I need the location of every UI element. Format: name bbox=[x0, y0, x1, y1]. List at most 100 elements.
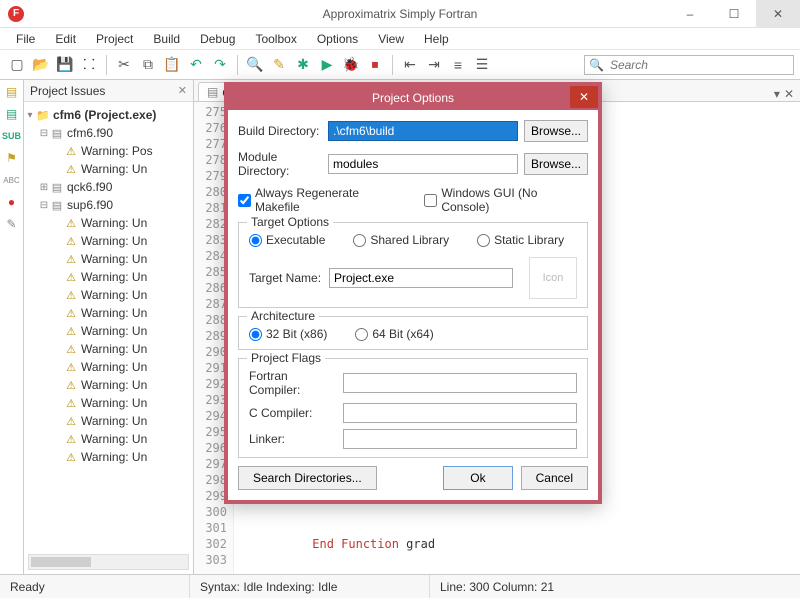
build-dir-input[interactable] bbox=[328, 121, 518, 141]
gutter-issues-icon[interactable]: ▤ bbox=[4, 84, 20, 100]
app-icon: F bbox=[8, 6, 24, 22]
windows-gui-checkbox[interactable]: Windows GUI (No Console) bbox=[424, 186, 588, 214]
debug-icon[interactable]: 🐞 bbox=[340, 54, 362, 76]
target-name-input[interactable] bbox=[329, 268, 513, 288]
close-button[interactable]: ✕ bbox=[756, 0, 800, 28]
warning-item[interactable]: ⚠Warning: Un bbox=[24, 376, 193, 394]
format-icon[interactable]: ≡ bbox=[447, 54, 469, 76]
search-icon: 🔍 bbox=[589, 58, 604, 72]
tree-item[interactable]: ▾📁cfm6 (Project.exe) bbox=[24, 106, 193, 124]
new-icon[interactable]: ▢ bbox=[6, 54, 28, 76]
issues-tree[interactable]: ▾📁cfm6 (Project.exe)⊟▤cfm6.f90⚠Warning: … bbox=[24, 102, 193, 574]
warning-item[interactable]: ⚠Warning: Pos bbox=[24, 142, 193, 160]
target-static-radio[interactable]: Static Library bbox=[477, 233, 564, 247]
run-icon[interactable]: ▶ bbox=[316, 54, 338, 76]
target-executable-radio[interactable]: Executable bbox=[249, 233, 325, 247]
ok-button[interactable]: Ok bbox=[443, 466, 512, 490]
arch-32-radio[interactable]: 32 Bit (x86) bbox=[249, 327, 327, 341]
panel-title: Project Issues bbox=[30, 84, 105, 98]
arch-64-radio[interactable]: 64 Bit (x64) bbox=[355, 327, 433, 341]
warning-item[interactable]: ⚠Warning: Un bbox=[24, 322, 193, 340]
module-dir-browse-button[interactable]: Browse... bbox=[524, 153, 588, 175]
cancel-button[interactable]: Cancel bbox=[521, 466, 588, 490]
panel-close-icon[interactable]: ✕ bbox=[178, 84, 187, 97]
replace-icon[interactable]: ✎ bbox=[268, 54, 290, 76]
menu-help[interactable]: Help bbox=[414, 30, 459, 48]
menu-build[interactable]: Build bbox=[143, 30, 190, 48]
target-shared-radio[interactable]: Shared Library bbox=[353, 233, 449, 247]
open-icon[interactable]: 📂 bbox=[30, 54, 52, 76]
save-icon[interactable]: 💾 bbox=[54, 54, 76, 76]
gutter-bookmark-icon[interactable]: ⚑ bbox=[4, 150, 20, 166]
left-gutter: ▤ ▤ SUB ⚑ ABC ● ✎ bbox=[0, 80, 24, 574]
status-position: Line: 300 Column: 21 bbox=[430, 575, 564, 598]
menu-toolbox[interactable]: Toolbox bbox=[245, 30, 306, 48]
module-dir-input[interactable] bbox=[328, 154, 518, 174]
warning-item[interactable]: ⚠Warning: Un bbox=[24, 214, 193, 232]
gutter-pencil-icon[interactable]: ✎ bbox=[4, 216, 20, 232]
target-icon-button[interactable]: Icon bbox=[529, 257, 577, 299]
architecture-legend: Architecture bbox=[247, 309, 319, 323]
tree-item[interactable]: ⊟▤sup6.f90 bbox=[24, 196, 193, 214]
warning-item[interactable]: ⚠Warning: Un bbox=[24, 268, 193, 286]
menu-edit[interactable]: Edit bbox=[45, 30, 86, 48]
menu-view[interactable]: View bbox=[368, 30, 414, 48]
search-box[interactable]: 🔍 bbox=[584, 55, 794, 75]
copy-icon[interactable]: ⧉ bbox=[137, 54, 159, 76]
status-bar: Ready Syntax: Idle Indexing: Idle Line: … bbox=[0, 574, 800, 598]
toolbar: ▢ 📂 💾 ⸬ ✂ ⧉ 📋 ↶ ↷ 🔍 ✎ ✱ ▶ 🐞 ⏹ ⇤ ⇥ ≡ ☰ 🔍 bbox=[0, 50, 800, 80]
menu-debug[interactable]: Debug bbox=[190, 30, 245, 48]
fortran-flags-input[interactable] bbox=[343, 373, 577, 393]
project-flags-legend: Project Flags bbox=[247, 351, 325, 365]
file-icon: ▤ bbox=[207, 85, 218, 99]
gutter-sub-icon[interactable]: SUB bbox=[4, 128, 20, 144]
menu-options[interactable]: Options bbox=[307, 30, 368, 48]
format2-icon[interactable]: ☰ bbox=[471, 54, 493, 76]
save-all-icon[interactable]: ⸬ bbox=[78, 54, 100, 76]
redo-icon[interactable]: ↷ bbox=[209, 54, 231, 76]
warning-item[interactable]: ⚠Warning: Un bbox=[24, 394, 193, 412]
search-input[interactable] bbox=[608, 57, 789, 73]
warning-item[interactable]: ⚠Warning: Un bbox=[24, 160, 193, 178]
dialog-close-icon[interactable]: ✕ bbox=[570, 86, 598, 108]
build-dir-browse-button[interactable]: Browse... bbox=[524, 120, 588, 142]
always-regen-checkbox[interactable]: Always Regenerate Makefile bbox=[238, 186, 406, 214]
gutter-breakpoint-icon[interactable]: ● bbox=[4, 194, 20, 210]
undo-icon[interactable]: ↶ bbox=[185, 54, 207, 76]
module-dir-label: Module Directory: bbox=[238, 150, 322, 178]
search-directories-button[interactable]: Search Directories... bbox=[238, 466, 377, 490]
gutter-abc-icon[interactable]: ABC bbox=[4, 172, 20, 188]
warning-item[interactable]: ⚠Warning: Un bbox=[24, 412, 193, 430]
paste-icon[interactable]: 📋 bbox=[161, 54, 183, 76]
linker-flags-input[interactable] bbox=[343, 429, 577, 449]
warning-item[interactable]: ⚠Warning: Un bbox=[24, 304, 193, 322]
tree-item[interactable]: ⊞▤qck6.f90 bbox=[24, 178, 193, 196]
status-ready: Ready bbox=[0, 575, 190, 598]
horizontal-scrollbar[interactable] bbox=[28, 554, 189, 570]
warning-item[interactable]: ⚠Warning: Un bbox=[24, 358, 193, 376]
stop-icon[interactable]: ⏹ bbox=[364, 54, 386, 76]
build-icon[interactable]: ✱ bbox=[292, 54, 314, 76]
fortran-flags-label: Fortran Compiler: bbox=[249, 369, 339, 397]
maximize-button[interactable]: ☐ bbox=[712, 0, 756, 28]
minimize-button[interactable]: – bbox=[668, 0, 712, 28]
indent-icon[interactable]: ⇤ bbox=[399, 54, 421, 76]
target-options-group: Target Options Executable Shared Library… bbox=[238, 222, 588, 308]
warning-item[interactable]: ⚠Warning: Un bbox=[24, 448, 193, 466]
warning-item[interactable]: ⚠Warning: Un bbox=[24, 340, 193, 358]
panel-dropdown-icon[interactable]: ▾ bbox=[774, 87, 780, 101]
cut-icon[interactable]: ✂ bbox=[113, 54, 135, 76]
warning-item[interactable]: ⚠Warning: Un bbox=[24, 250, 193, 268]
gutter-markers-icon[interactable]: ▤ bbox=[4, 106, 20, 122]
find-icon[interactable]: 🔍 bbox=[244, 54, 266, 76]
warning-item[interactable]: ⚠Warning: Un bbox=[24, 232, 193, 250]
c-flags-input[interactable] bbox=[343, 403, 577, 423]
menu-project[interactable]: Project bbox=[86, 30, 143, 48]
warning-item[interactable]: ⚠Warning: Un bbox=[24, 286, 193, 304]
menu-file[interactable]: File bbox=[6, 30, 45, 48]
tree-item[interactable]: ⊟▤cfm6.f90 bbox=[24, 124, 193, 142]
panel-close-icon[interactable]: ✕ bbox=[784, 87, 794, 101]
outdent-icon[interactable]: ⇥ bbox=[423, 54, 445, 76]
menubar: File Edit Project Build Debug Toolbox Op… bbox=[0, 28, 800, 50]
warning-item[interactable]: ⚠Warning: Un bbox=[24, 430, 193, 448]
